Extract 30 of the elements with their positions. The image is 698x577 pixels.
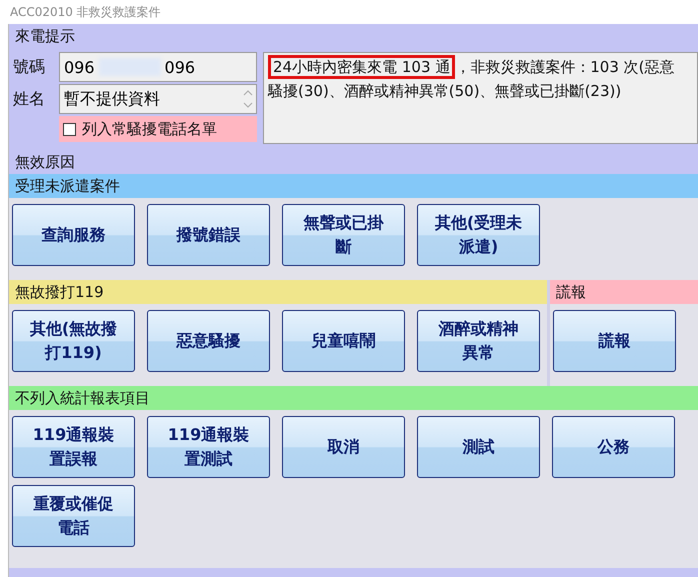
reason-button[interactable]: 撥號錯誤 [147,204,270,266]
field-label: 姓名 [13,88,46,110]
window-title: ACC02010 非救災救護案件 [9,4,162,20]
reason-button[interactable]: 酒醉或精神異常 [417,310,540,372]
reason-button[interactable]: 查詢服務 [12,204,135,266]
section-title: 受理未派遣案件 [15,176,120,196]
reason-button[interactable]: 其他(受理未派遣) [417,204,540,266]
reason-button[interactable]: 119通報裝置測試 [147,416,270,478]
reason-button[interactable]: 無聲或已掛斷 [282,204,405,266]
reason-button[interactable]: 測試 [417,416,540,478]
notice-text: 24小時內密集來電 103 通 ，非救災救護案件：103 次(惡意騷擾(30)、酒醉或精神異常(50)、無聲或已掛斷(23)) [263,52,698,144]
checkbox-label: 列入常騷擾電話名單 [82,120,217,138]
reason-button[interactable]: 其他(無故撥打119) [12,310,135,372]
reason-button[interactable]: 謊報 [553,310,676,372]
name-field[interactable]: 暫不提供資料 [59,84,257,114]
reason-button[interactable]: 重覆或催促電話 [12,485,135,547]
reason-button[interactable]: 119通報裝置誤報 [12,416,135,478]
section-title: 無效原因 [15,152,75,172]
section-title: 不列入統計報表項目 [15,388,150,408]
section-title: 無故撥打119 [15,282,104,302]
reason-button[interactable]: 兒童嘻鬧 [282,310,405,372]
highlighted-text: 24小時內密集來電 103 通 [268,55,456,79]
reason-button[interactable]: 取消 [282,416,405,478]
reason-button[interactable]: 公務 [552,416,675,478]
section-title: 謊報 [556,282,586,302]
phone-field[interactable]: 096 096 [59,52,257,82]
section-title: 來電提示 [15,26,75,46]
checkbox[interactable] [63,122,76,136]
reason-button[interactable]: 惡意騷擾 [147,310,270,372]
field-label: 號碼 [13,56,46,78]
